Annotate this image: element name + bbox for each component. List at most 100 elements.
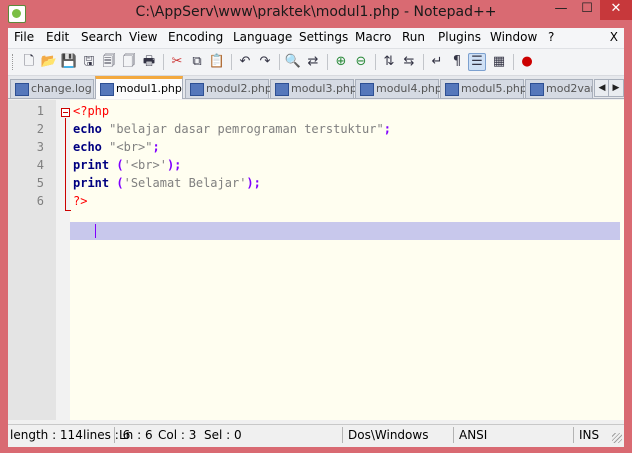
close-all-icon[interactable]: 🗍 [120, 53, 138, 71]
menu-help[interactable]: ? [548, 30, 554, 44]
close-document-x[interactable]: X [610, 30, 618, 44]
zoom-out-icon[interactable]: ⊖ [352, 53, 370, 71]
show-all-chars-icon[interactable]: ¶ [448, 53, 466, 71]
close-icon[interactable]: 🗐 [100, 53, 118, 71]
status-encoding: ANSI [459, 428, 488, 442]
toolbar-separator [423, 54, 424, 70]
notepad-window: C:\AppServ\www\praktek\modul1.php - Note… [0, 0, 632, 453]
menu-edit[interactable]: Edit [46, 30, 69, 44]
fold-margin [56, 100, 70, 420]
tab-label: modul3.php [291, 82, 357, 95]
tab-label: modul1.php [116, 82, 182, 95]
title-bar[interactable]: C:\AppServ\www\praktek\modul1.php - Note… [0, 0, 632, 28]
save-all-icon[interactable]: 🖫 [80, 53, 98, 71]
code-token: print [73, 176, 110, 190]
menu-window[interactable]: Window [490, 30, 537, 44]
status-ln: Ln : 6 [119, 428, 153, 442]
tab-change-log[interactable]: change.log [10, 79, 94, 98]
record-macro-icon[interactable]: ● [518, 53, 536, 71]
tab-label: modul4.php [376, 82, 442, 95]
fold-line [65, 118, 66, 210]
redo-icon[interactable]: ↷ [256, 53, 274, 71]
code-line[interactable]: echo "<br>"; [73, 140, 160, 154]
menu-run[interactable]: Run [402, 30, 425, 44]
code-line[interactable]: <?php [73, 104, 109, 118]
text-caret [95, 224, 96, 238]
code-token: ( [116, 176, 124, 190]
menu-macro[interactable]: Macro [355, 30, 391, 44]
menu-search[interactable]: Search [81, 30, 122, 44]
file-icon [190, 83, 204, 96]
toolbar-separator [327, 54, 328, 70]
toolbar-separator [279, 54, 280, 70]
status-separator [453, 427, 454, 443]
line-number: 5 [36, 176, 44, 190]
sync-horizontal-icon[interactable]: ⇆ [400, 53, 418, 71]
menu-plugins[interactable]: Plugins [438, 30, 481, 44]
save-icon[interactable]: 💾 [60, 53, 78, 71]
zoom-in-icon[interactable]: ⊕ [332, 53, 350, 71]
resize-grip[interactable] [612, 433, 622, 443]
print-icon[interactable]: 🖶 [140, 53, 158, 71]
code-token: ; [152, 140, 160, 154]
code-token: ); [166, 158, 182, 172]
menu-file[interactable]: File [14, 30, 34, 44]
line-number: 4 [36, 158, 44, 172]
fold-collapse-icon[interactable] [61, 108, 70, 117]
undo-icon[interactable]: ↶ [236, 53, 254, 71]
word-wrap-icon[interactable]: ↵ [428, 53, 446, 71]
find-icon[interactable]: 🔍 [284, 53, 302, 71]
code-token: "belajar dasar pemrograman terstuktur" [109, 122, 384, 136]
menu-encoding[interactable]: Encoding [168, 30, 223, 44]
line-number: 2 [36, 122, 44, 136]
copy-icon[interactable]: ⧉ [188, 53, 206, 71]
toolbar-separator [513, 54, 514, 70]
open-file-icon[interactable]: 📂 [40, 53, 58, 71]
toolbar-grip[interactable] [12, 54, 16, 70]
cut-icon[interactable]: ✂ [168, 53, 186, 71]
tab-modul5[interactable]: modul5.php [440, 79, 527, 98]
tab-mod2vara[interactable]: mod2vara [525, 79, 593, 98]
toolbar-separator [163, 54, 164, 70]
code-token: '<br>' [123, 158, 167, 172]
status-insert-mode: INS [579, 428, 600, 442]
code-line[interactable]: echo "belajar dasar pemrograman terstukt… [73, 122, 391, 136]
status-sel: Sel : 0 [204, 428, 242, 442]
file-icon [360, 83, 374, 96]
code-token: ?> [73, 194, 88, 208]
code-token: 'Selamat Belajar' [123, 176, 247, 190]
new-file-icon[interactable]: 🗋 [20, 53, 38, 71]
toolbar-separator [231, 54, 232, 70]
replace-icon[interactable]: ⇄ [304, 53, 322, 71]
status-separator [114, 427, 115, 443]
tab-modul3[interactable]: modul3.php [270, 79, 357, 98]
code-text-area[interactable]: <?php echo "belajar dasar pemrograman te… [70, 100, 624, 420]
code-line[interactable]: print ('Selamat Belajar'); [73, 176, 261, 190]
status-separator [573, 427, 574, 443]
tab-scroll-right[interactable]: ▶ [608, 79, 624, 97]
menu-view[interactable]: View [129, 30, 157, 44]
code-editor[interactable]: 1 2 3 4 5 6 <?php echo "belajar dasar pe… [8, 100, 624, 420]
code-token: echo [73, 122, 102, 136]
menu-language[interactable]: Language [233, 30, 292, 44]
user-language-icon[interactable]: ▦ [490, 53, 508, 71]
line-number-gutter: 1 2 3 4 5 6 [8, 100, 56, 420]
window-title: C:\AppServ\www\praktek\modul1.php - Note… [135, 4, 497, 20]
code-token: ); [246, 176, 261, 190]
maximize-button[interactable]: ☐ [574, 0, 600, 20]
menu-settings[interactable]: Settings [299, 30, 348, 44]
minimize-button[interactable]: — [548, 0, 574, 20]
sync-vertical-icon[interactable]: ⇅ [380, 53, 398, 71]
paste-icon[interactable]: 📋 [208, 53, 226, 71]
tab-modul4[interactable]: modul4.php [355, 79, 442, 98]
code-line[interactable]: print ('<br>'); [73, 158, 181, 172]
status-length: length : 114 [10, 428, 83, 442]
tab-modul2[interactable]: modul2.php [185, 79, 272, 98]
close-window-button[interactable]: ✕ [600, 0, 632, 20]
tab-modul1[interactable]: modul1.php [95, 76, 183, 99]
tab-label: mod2vara [546, 82, 592, 95]
code-line[interactable]: ?> [73, 194, 87, 208]
indent-guide-icon[interactable]: ☰ [468, 53, 486, 71]
line-number: 1 [36, 104, 44, 118]
file-icon [445, 83, 459, 96]
